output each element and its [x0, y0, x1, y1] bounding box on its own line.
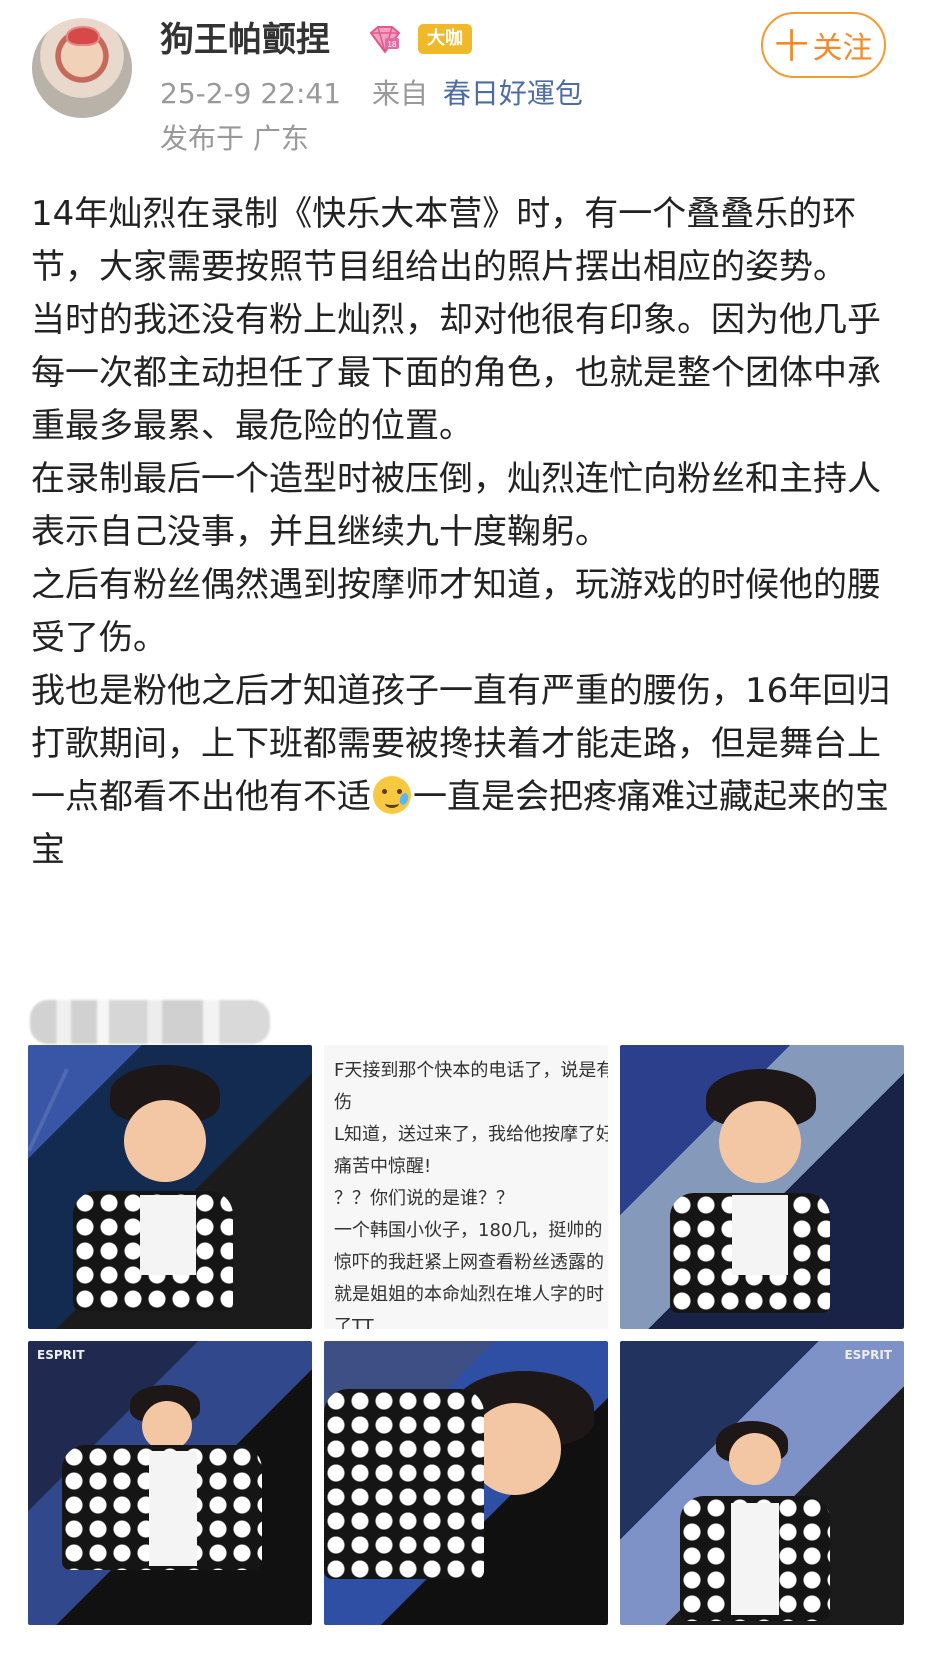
polka-dot-shirt	[324, 1389, 484, 1579]
post-meta: 25-2-9 22:41 来自 春日好運包	[160, 75, 583, 113]
plus-icon: 十	[774, 27, 809, 67]
screenshot-line: 惊吓的我赶紧上网查看粉丝透露的	[334, 1252, 604, 1273]
username[interactable]: 狗王帕颤捏	[160, 18, 330, 62]
stage-light	[28, 1068, 69, 1152]
image-stage-4[interactable]	[324, 1341, 608, 1625]
image-stage-5[interactable]: ESPRIT	[620, 1341, 904, 1625]
screenshot-line: 伤	[334, 1092, 352, 1113]
face	[719, 1101, 801, 1183]
text-screenshot-image[interactable]: F天接到那个快本的电话了，说是有 伤 L知道，送过来了，我给他按摩了好 痛苦中惊…	[324, 1045, 608, 1329]
white-tee	[732, 1195, 788, 1275]
source-link[interactable]: 春日好運包	[443, 77, 583, 110]
image-stage-1[interactable]	[28, 1045, 312, 1329]
screenshot-line: 一个韩国小伙子，180几，挺帅的	[334, 1220, 603, 1241]
screenshot-text-block: F天接到那个快本的电话了，说是有 伤 L知道，送过来了，我给他按摩了好 痛苦中惊…	[334, 1055, 608, 1329]
from-label: 来自	[371, 77, 428, 110]
post-paragraph-with-emoji: 我也是粉他之后才知道孩子一直有严重的腰伤，16年回归打歌期间，上下班都需要被搀扶…	[31, 665, 901, 877]
esprit-logo: ESPRIT	[844, 1348, 892, 1362]
tear-icon	[398, 792, 410, 806]
image-stage-3[interactable]: ESPRIT	[28, 1341, 312, 1625]
svg-text:18: 18	[388, 40, 397, 49]
face	[729, 1433, 781, 1485]
post-body: 14年灿烈在录制《快乐大本营》时，有一个叠叠乐的环节，大家需要按照节目组给出的照…	[31, 188, 901, 877]
white-tee	[140, 1195, 196, 1275]
esprit-logo: ESPRIT	[37, 1348, 85, 1362]
white-tee	[149, 1451, 197, 1566]
blurred-mention	[30, 1000, 270, 1044]
timestamp: 25-2-9 22:41	[160, 77, 342, 110]
post-paragraph: 在录制最后一个造型时被压倒，灿烈连忙向粉丝和主持人表示自己没事，并且继续九十度鞠…	[31, 459, 881, 552]
image-grid: F天接到那个快本的电话了，说是有 伤 L知道，送过来了，我给他按摩了好 痛苦中惊…	[28, 1045, 906, 1625]
white-tee	[731, 1503, 779, 1615]
follow-button[interactable]: 十关注	[761, 12, 886, 78]
post-paragraph: 当时的我还没有粉上灿烈，却对他很有印象。因为他几乎每一次都主动担任了最下面的角色…	[31, 300, 881, 446]
screenshot-line: 就是姐姐的本命灿烈在堆人字的时	[334, 1284, 604, 1305]
screenshot-line: ？？你们说的是谁？？	[334, 1188, 514, 1209]
image-stage-2[interactable]	[620, 1045, 904, 1329]
screenshot-line: 痛苦中惊醒!	[334, 1156, 432, 1177]
post-paragraph: 之后有粉丝偶然遇到按摩师才知道，玩游戏的时候他的腰受了伤。	[31, 565, 881, 658]
screenshot-line: 了TT	[334, 1316, 374, 1329]
screenshot-line: F天接到那个快本的电话了，说是有	[334, 1060, 608, 1081]
avatar[interactable]	[32, 18, 132, 118]
diamond-level-icon: 18	[369, 26, 401, 54]
post-paragraph: 14年灿烈在录制《快乐大本营》时，有一个叠叠乐的环节，大家需要按照节目组给出的照…	[31, 194, 857, 287]
follow-label: 关注	[812, 31, 873, 66]
face	[142, 1401, 192, 1451]
status-badge: 大咖	[418, 24, 472, 54]
face	[124, 1100, 206, 1182]
screenshot-line: L知道，送过来了，我给他按摩了好	[334, 1124, 608, 1145]
location-text: 发布于 广东	[160, 122, 309, 155]
post-header: 狗王帕颤捏 18 大咖 25-2-9 22:41 来自 春日好運包 发布于 广东…	[0, 0, 935, 175]
tearful-smile-emoji	[373, 776, 411, 814]
